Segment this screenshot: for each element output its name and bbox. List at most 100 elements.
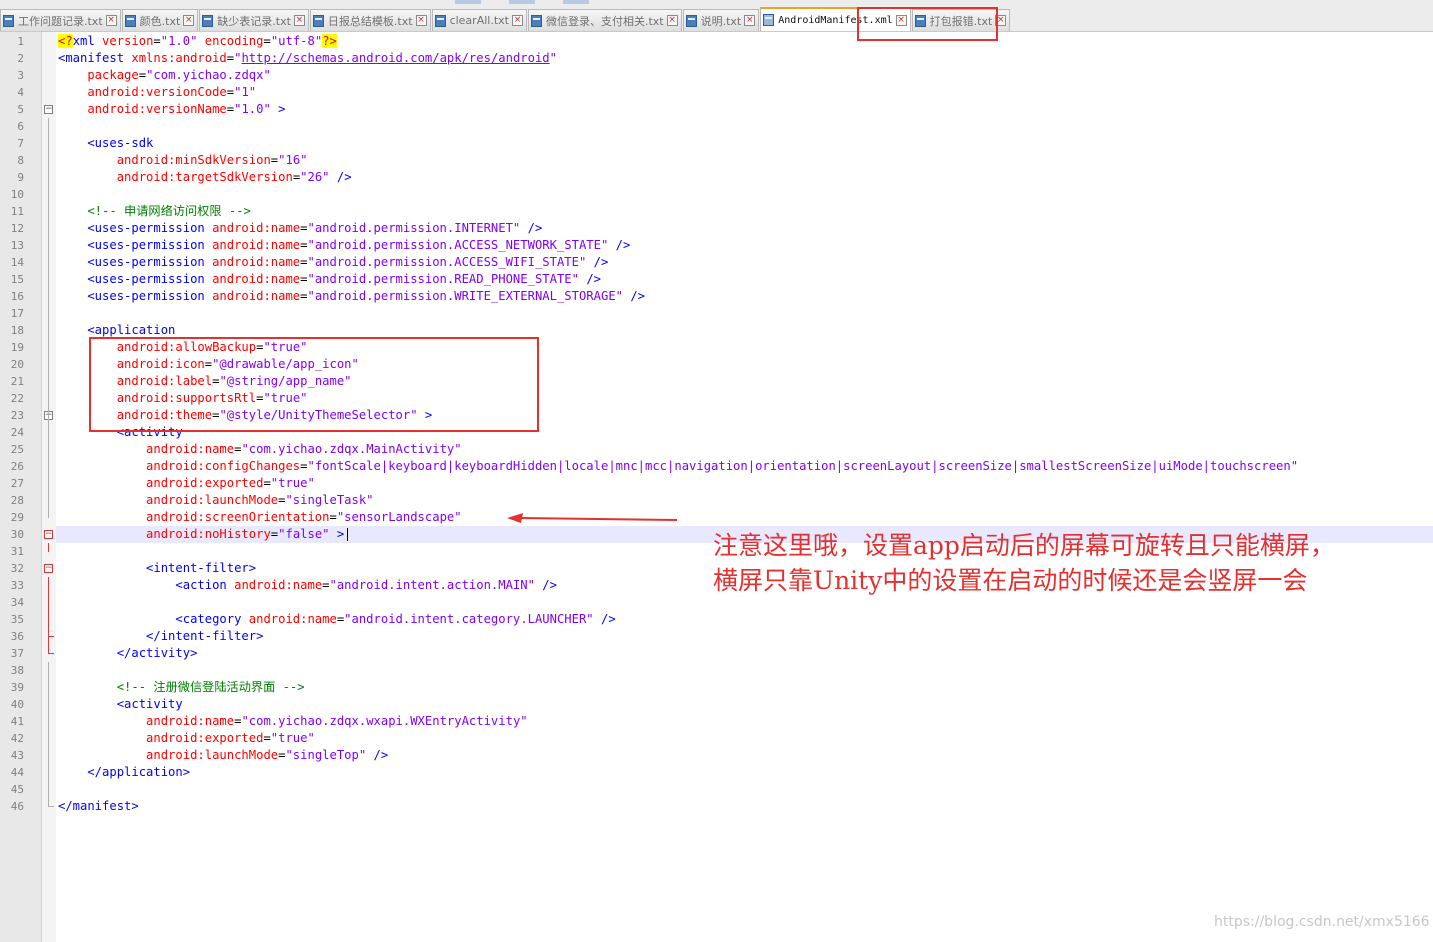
code-token: <uses-permission bbox=[58, 221, 205, 235]
code-token: android:name bbox=[226, 578, 323, 592]
code-line-40[interactable]: <activity bbox=[58, 696, 183, 713]
code-token: = bbox=[138, 68, 147, 82]
fold-guide bbox=[48, 662, 49, 807]
close-icon[interactable]: × bbox=[744, 15, 756, 26]
tab-3[interactable]: 日报总结模板.txt × bbox=[309, 9, 431, 31]
line-number: 23 bbox=[10, 409, 24, 422]
application-attributes-highlight-box bbox=[89, 337, 539, 432]
code-token: android:configChanges bbox=[58, 459, 301, 473]
file-icon bbox=[312, 14, 324, 27]
fold-toggle-icon[interactable]: − bbox=[44, 564, 53, 573]
line-number: 19 bbox=[10, 341, 24, 354]
code-token: android:name bbox=[58, 442, 235, 456]
fold-toggle-icon[interactable]: − bbox=[44, 105, 53, 114]
code-token: = bbox=[226, 85, 235, 99]
code-token: xmlns:android bbox=[124, 51, 227, 65]
annotation-note: 注意这里哦，设置app启动后的屏幕可旋转且只能横屏， 横屏只靠Unity中的设置… bbox=[713, 528, 1433, 598]
code-line-15[interactable]: <uses-permission android:name="android.p… bbox=[58, 271, 601, 288]
code-token: http://schemas.android.com/apk/res/andro… bbox=[241, 51, 550, 65]
code-line-39[interactable]: <!-- 注册微信登陆活动界面 --> bbox=[58, 679, 305, 696]
code-token: android:name bbox=[204, 255, 301, 269]
code-line-2[interactable]: <manifest xmlns:android="http://schemas.… bbox=[58, 50, 557, 67]
code-token: android:name bbox=[204, 289, 301, 303]
code-line-46[interactable]: </manifest> bbox=[58, 798, 139, 815]
file-icon bbox=[763, 14, 775, 26]
code-token: android:name bbox=[58, 714, 235, 728]
tab-label: 工作问题记录.txt bbox=[18, 14, 103, 28]
annotation-line-1: 注意这里哦，设置app启动后的屏幕可旋转且只能横屏， bbox=[713, 531, 1335, 560]
line-number: 11 bbox=[10, 205, 24, 218]
code-line-29[interactable]: android:screenOrientation="sensorLandsca… bbox=[58, 509, 462, 526]
code-token: /> bbox=[578, 272, 601, 286]
code-line-14[interactable]: <uses-permission android:name="android.p… bbox=[58, 254, 608, 271]
line-number: 38 bbox=[10, 664, 24, 677]
code-token: "16" bbox=[278, 153, 308, 167]
close-icon[interactable]: × bbox=[511, 15, 523, 26]
close-icon[interactable]: × bbox=[415, 15, 427, 26]
code-line-37[interactable]: </activity> bbox=[58, 645, 198, 662]
code-token: = bbox=[263, 34, 271, 48]
code-line-11[interactable]: <!-- 申请网络访问权限 --> bbox=[58, 203, 251, 220]
line-number: 7 bbox=[17, 137, 24, 150]
line-number: 2 bbox=[17, 52, 24, 65]
code-token: </application> bbox=[58, 765, 191, 779]
code-token: <intent-filter> bbox=[58, 561, 257, 575]
code-token: "android.permission.ACCESS_WIFI_STATE" bbox=[307, 255, 587, 269]
tab-0[interactable]: 工作问题记录.txt × bbox=[0, 9, 121, 31]
code-line-41[interactable]: android:name="com.yichao.zdqx.wxapi.WXEn… bbox=[58, 713, 528, 730]
tab-label: 缺少表记录.txt bbox=[217, 14, 291, 28]
close-icon[interactable]: × bbox=[666, 15, 678, 26]
file-icon bbox=[3, 14, 14, 27]
tab-5[interactable]: 微信登录、支付相关.txt × bbox=[527, 9, 682, 31]
code-token: </intent-filter> bbox=[58, 629, 264, 643]
tab-6[interactable]: 说明.txt × bbox=[682, 9, 760, 31]
code-line-25[interactable]: android:name="com.yichao.zdqx.MainActivi… bbox=[58, 441, 462, 458]
code-line-32[interactable]: <intent-filter> bbox=[58, 560, 256, 577]
tab-1[interactable]: 颜色.txt × bbox=[121, 9, 199, 31]
code-line-33[interactable]: <action android:name="android.intent.act… bbox=[58, 577, 557, 594]
code-token: "1.0" bbox=[234, 102, 271, 116]
code-line-30[interactable]: android:noHistory="false" > bbox=[58, 526, 349, 543]
code-line-36[interactable]: </intent-filter> bbox=[58, 628, 263, 645]
line-number: 13 bbox=[10, 239, 24, 252]
close-icon[interactable]: × bbox=[293, 15, 305, 26]
fold-guide bbox=[48, 543, 49, 552]
code-line-8[interactable]: android:minSdkVersion="16" bbox=[58, 152, 308, 169]
code-line-26[interactable]: android:configChanges="fontScale|keyboar… bbox=[58, 458, 1298, 475]
line-number: 35 bbox=[10, 613, 24, 626]
code-line-4[interactable]: android:versionCode="1" bbox=[58, 84, 256, 101]
code-line-9[interactable]: android:targetSdkVersion="26" /> bbox=[58, 169, 352, 186]
code-line-43[interactable]: android:launchMode="singleTop" /> bbox=[58, 747, 388, 764]
code-line-7[interactable]: <uses-sdk bbox=[58, 135, 153, 152]
line-number: 24 bbox=[10, 426, 24, 439]
code-line-1[interactable]: <?xml version="1.0" encoding="utf-8"?> bbox=[58, 33, 337, 50]
code-token: "com.yichao.zdqx" bbox=[146, 68, 271, 82]
code-token: "fontScale|keyboard|keyboardHidden|local… bbox=[307, 459, 1299, 473]
tab-2[interactable]: 缺少表记录.txt × bbox=[199, 9, 309, 31]
code-token: "utf-8" bbox=[270, 34, 323, 48]
annotation-line-2: 横屏只靠Unity中的设置在启动的时候还是会竖屏一会 bbox=[713, 566, 1308, 595]
code-line-42[interactable]: android:exported="true" bbox=[58, 730, 315, 747]
code-line-13[interactable]: <uses-permission android:name="android.p… bbox=[58, 237, 630, 254]
line-number: 12 bbox=[10, 222, 24, 235]
code-token: android:launchMode bbox=[58, 748, 279, 762]
code-line-27[interactable]: android:exported="true" bbox=[58, 475, 315, 492]
code-token: "android.permission.INTERNET" bbox=[307, 221, 521, 235]
close-icon[interactable]: × bbox=[105, 15, 117, 26]
code-token: "true" bbox=[270, 476, 315, 490]
code-line-16[interactable]: <uses-permission android:name="android.p… bbox=[58, 288, 645, 305]
code-line-44[interactable]: </application> bbox=[58, 764, 190, 781]
code-token: <manifest bbox=[58, 51, 125, 65]
code-line-5[interactable]: android:versionName="1.0" > bbox=[58, 101, 285, 118]
active-tab-highlight-box bbox=[857, 7, 998, 41]
fold-toggle-icon[interactable]: − bbox=[44, 530, 53, 539]
code-token: "android.intent.action.MAIN" bbox=[329, 578, 535, 592]
code-line-3[interactable]: package="com.yichao.zdqx" bbox=[58, 67, 271, 84]
code-line-28[interactable]: android:launchMode="singleTask" bbox=[58, 492, 373, 509]
code-token: android:screenOrientation bbox=[58, 510, 330, 524]
close-icon[interactable]: × bbox=[183, 15, 195, 26]
tab-4[interactable]: clearAll.txt × bbox=[431, 9, 527, 31]
code-line-12[interactable]: <uses-permission android:name="android.p… bbox=[58, 220, 542, 237]
code-token: android:name bbox=[241, 612, 337, 626]
code-line-35[interactable]: <category android:name="android.intent.c… bbox=[58, 611, 615, 628]
